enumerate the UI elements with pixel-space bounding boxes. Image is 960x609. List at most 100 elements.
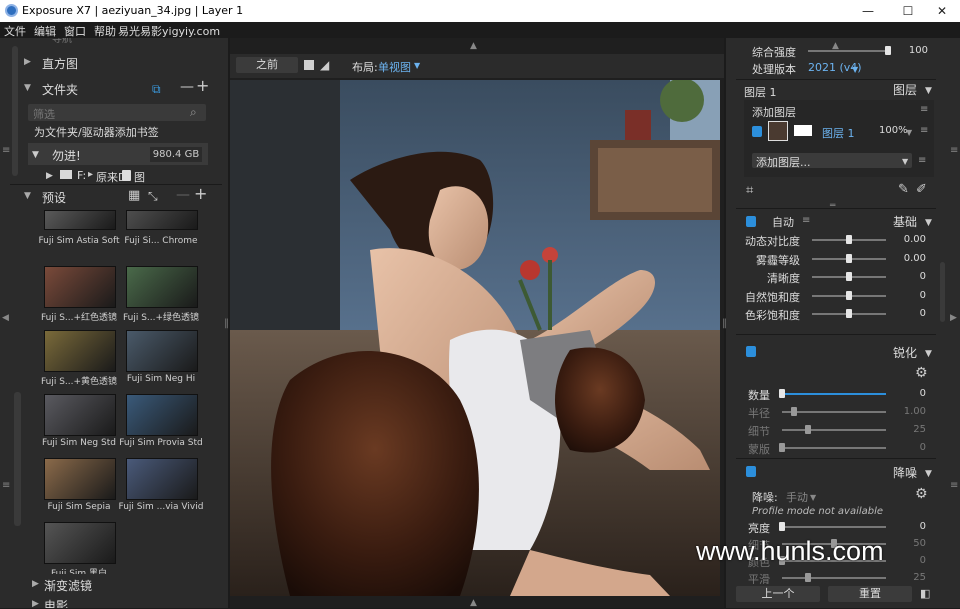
preset-thumbnail[interactable] bbox=[44, 522, 116, 564]
histogram-section[interactable]: ▶ 直方图 bbox=[10, 52, 222, 74]
settings-gear-icon[interactable]: ⚙ bbox=[915, 366, 928, 380]
slider-knob[interactable] bbox=[846, 272, 852, 281]
strength-slider-knob[interactable] bbox=[885, 46, 891, 55]
slider-knob[interactable] bbox=[779, 443, 785, 452]
compact-view-icon[interactable]: ⤡ bbox=[148, 190, 158, 202]
close-button[interactable]: ✕ bbox=[928, 2, 956, 20]
panel-handle-icon[interactable]: ═ bbox=[830, 200, 835, 212]
preset-thumbnail[interactable] bbox=[126, 458, 198, 500]
film-section[interactable]: ▶ 电影 bbox=[10, 594, 222, 608]
basic-toggle[interactable] bbox=[746, 216, 756, 227]
layer-options-icon[interactable]: ≡ bbox=[918, 155, 926, 167]
main-photo[interactable] bbox=[230, 80, 720, 596]
chevron-down-icon[interactable]: ▼ bbox=[925, 348, 932, 360]
slider-knob[interactable] bbox=[805, 425, 811, 434]
sharpen-header[interactable]: 锐化 bbox=[893, 344, 917, 361]
preset-thumbnail[interactable] bbox=[126, 210, 198, 230]
add-layer-dropdown[interactable]: 添加图层... ▼ bbox=[752, 153, 912, 169]
bottom-collapse-icon[interactable]: ▲ bbox=[470, 597, 477, 609]
gradient-section[interactable]: ▶ 渐变滤镜 bbox=[10, 574, 222, 596]
slider-knob[interactable] bbox=[846, 253, 852, 263]
reset-button[interactable]: 重置 bbox=[828, 586, 912, 602]
grid-view-icon[interactable]: ▦ bbox=[128, 189, 140, 202]
left-resize-handle[interactable]: ‖ bbox=[224, 318, 229, 330]
left-edge-arrow-icon[interactable]: ◀ bbox=[2, 312, 9, 324]
left-collapse-icon-2[interactable]: ≡ bbox=[2, 480, 10, 492]
slider-knob[interactable] bbox=[846, 290, 852, 300]
left-collapse-icon[interactable]: ≡ bbox=[2, 145, 10, 157]
previous-button[interactable]: 上一个 bbox=[736, 586, 820, 602]
panel-toggle-icon[interactable]: ◧ bbox=[920, 588, 930, 600]
preset-thumbnail[interactable] bbox=[44, 266, 116, 308]
drive-row[interactable]: ▼ 勿进! 980.4 GB bbox=[28, 143, 208, 165]
chevron-down-icon[interactable]: ▼ bbox=[906, 127, 912, 139]
layer-row-name[interactable]: 图层 1 bbox=[822, 125, 855, 141]
auto-menu-icon[interactable]: ≡ bbox=[802, 215, 810, 227]
plus-icon[interactable]: + bbox=[194, 186, 207, 202]
right-scrollbar[interactable] bbox=[940, 262, 945, 322]
preset-thumbnail[interactable] bbox=[44, 330, 116, 372]
menu-edit[interactable]: 编辑 bbox=[34, 23, 56, 39]
slider-track[interactable] bbox=[782, 393, 886, 395]
brush-icon[interactable]: ✎ bbox=[898, 183, 909, 196]
slider-knob[interactable] bbox=[791, 407, 798, 416]
layer-thumbnail[interactable] bbox=[768, 121, 788, 141]
minus-icon[interactable]: — bbox=[176, 188, 190, 202]
noise-mode-select[interactable]: 手动 bbox=[786, 489, 808, 505]
slider-knob[interactable] bbox=[779, 522, 785, 531]
presets-section[interactable]: ▼ 预设 ▦ ⤡ — + bbox=[10, 186, 222, 208]
menu-icon[interactable]: ≡ bbox=[920, 104, 928, 116]
chevron-down-icon[interactable]: ▼ bbox=[925, 85, 932, 97]
basic-header[interactable]: 基础 bbox=[893, 213, 917, 230]
plus-icon[interactable]: + bbox=[196, 78, 209, 94]
preset-thumbnail[interactable] bbox=[44, 458, 116, 500]
minimize-button[interactable]: — bbox=[854, 2, 882, 20]
noise-toggle[interactable] bbox=[746, 466, 756, 477]
minus-icon[interactable]: — bbox=[180, 80, 194, 94]
preset-thumbnail[interactable] bbox=[44, 210, 116, 230]
layer-opacity[interactable]: 100% bbox=[879, 125, 908, 136]
settings-gear-icon[interactable]: ⚙ bbox=[915, 487, 928, 501]
preset-thumbnail[interactable] bbox=[126, 266, 198, 308]
menu-file[interactable]: 文件 bbox=[4, 23, 26, 39]
slider-track[interactable] bbox=[782, 429, 886, 431]
presets-scrollbar[interactable] bbox=[14, 392, 21, 526]
chevron-down-icon[interactable]: ▼ bbox=[925, 217, 932, 229]
compare-square-icon[interactable] bbox=[304, 60, 314, 70]
menu-icon[interactable]: ≡ bbox=[920, 125, 928, 137]
before-button[interactable]: 之前 bbox=[236, 57, 298, 73]
bookmark-link[interactable]: 为文件夹/驱动器添加书签 bbox=[34, 124, 159, 140]
filter-input[interactable]: 筛选 ⌕ bbox=[28, 104, 206, 121]
crop-icon[interactable]: ⌗ bbox=[746, 184, 753, 197]
preset-thumbnail[interactable] bbox=[44, 394, 116, 436]
maximize-button[interactable]: ☐ bbox=[894, 2, 922, 20]
auto-button[interactable]: 自动 bbox=[772, 214, 794, 230]
folders-scrollbar[interactable] bbox=[12, 46, 18, 176]
slider-track[interactable] bbox=[782, 577, 886, 579]
right-collapse-icon[interactable]: ≡ bbox=[950, 145, 958, 157]
slider-knob[interactable] bbox=[846, 235, 852, 244]
menu-help[interactable]: 帮助 bbox=[94, 23, 116, 39]
noise-header[interactable]: 降噪 bbox=[893, 464, 917, 481]
preset-thumbnail[interactable] bbox=[126, 394, 198, 436]
folders-section[interactable]: ▼ 文件夹 ⧉ — + bbox=[10, 78, 222, 100]
folder-row[interactable]: ▶ F: ▸ 原来D 图 bbox=[44, 166, 208, 184]
slider-track[interactable] bbox=[782, 447, 886, 449]
folder-browse-icon[interactable]: ⧉ bbox=[152, 83, 161, 95]
layer-toggle[interactable] bbox=[752, 126, 762, 137]
right-edge-arrow-icon[interactable]: ▶ bbox=[950, 312, 957, 324]
layer-mask-thumbnail[interactable] bbox=[794, 125, 812, 136]
slider-track[interactable] bbox=[782, 411, 886, 413]
chevron-down-icon[interactable]: ▼ bbox=[925, 468, 932, 480]
preset-thumbnail[interactable] bbox=[126, 330, 198, 372]
right-collapse-icon-2[interactable]: ≡ bbox=[950, 480, 958, 492]
menu-window[interactable]: 窗口 bbox=[64, 23, 86, 39]
eraser-icon[interactable]: ✐ bbox=[916, 183, 927, 196]
layout-select[interactable]: 单视图 bbox=[378, 59, 411, 75]
split-view-icon[interactable]: ◢ bbox=[320, 59, 329, 71]
strength-slider[interactable] bbox=[808, 50, 888, 52]
slider-track[interactable] bbox=[782, 526, 886, 528]
layers-header[interactable]: 图层 bbox=[893, 81, 917, 98]
slider-knob[interactable] bbox=[779, 389, 785, 398]
slider-knob[interactable] bbox=[805, 573, 811, 582]
